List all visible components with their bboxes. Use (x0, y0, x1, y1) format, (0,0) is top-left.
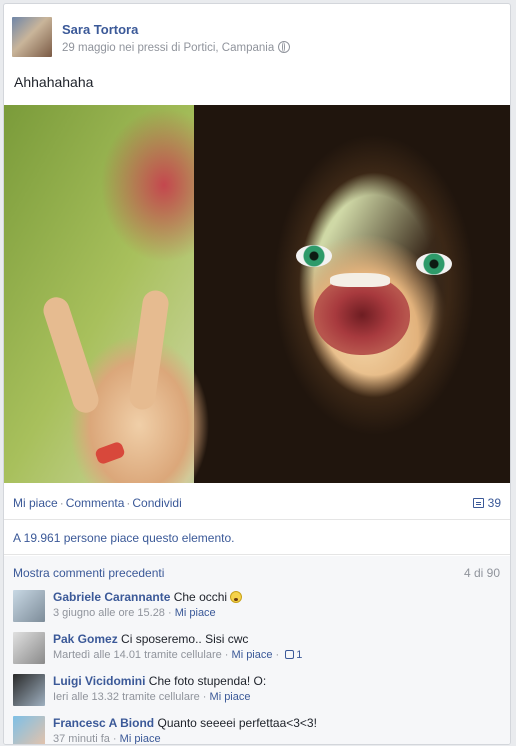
comment-item: Francesc A Biond Quanto seeeei perfettaa… (13, 716, 493, 745)
commenter-name[interactable]: Luigi Vicidomini (53, 674, 145, 688)
share-count-link[interactable]: 39 (472, 496, 501, 510)
comment-like-count[interactable]: 1 (296, 649, 302, 661)
comment-like-link[interactable]: Mi piace (175, 607, 216, 619)
comment-link[interactable]: Commenta (66, 496, 125, 510)
comment-time[interactable]: Ieri alle 13.32 tramite cellulare (53, 691, 200, 703)
comment-body: Quanto seeeei perfettaa<3<3! (157, 716, 317, 730)
post-date-location[interactable]: 29 maggio nei pressi di Portici, Campani… (62, 42, 274, 54)
comment-meta: 37 minuti fa · Mi piace (53, 733, 161, 745)
post-caption: Ahhahahaha (14, 74, 94, 90)
comment-meta: Martedì alle 14.01 tramite cellulare · M… (53, 649, 303, 661)
post-meta: 29 maggio nei pressi di Portici, Campani… (62, 41, 291, 54)
surprised-emoji-icon (230, 591, 243, 603)
post-actions: Mi piace · Commenta · Condividi 39 (13, 496, 501, 512)
share-icon (472, 498, 484, 508)
commenter-avatar[interactable] (13, 590, 45, 622)
share-link[interactable]: Condividi (132, 496, 181, 510)
photo-eye-right (416, 253, 452, 275)
globe-icon[interactable] (278, 41, 291, 53)
comment-meta: Ieri alle 13.32 tramite cellulare · Mi p… (53, 691, 251, 703)
comment-like-link[interactable]: Mi piace (232, 649, 273, 661)
commenter-avatar[interactable] (13, 632, 45, 664)
likes-summary[interactable]: A 19.961 persone piace questo elemento. (13, 531, 235, 545)
photo-mouth (314, 275, 410, 355)
comment-body: Che occhi (173, 590, 228, 604)
comments-section: Mostra commenti precedenti 4 di 90 Gabri… (4, 556, 510, 745)
commenter-avatar[interactable] (13, 716, 45, 744)
comment-item: Luigi Vicidomini Che foto stupenda! O: I… (13, 674, 493, 712)
divider (4, 554, 510, 555)
commenter-avatar[interactable] (13, 674, 45, 706)
thumbs-up-icon (285, 650, 295, 659)
comment-meta: 3 giugno alle ore 15.28 · Mi piace (53, 607, 216, 619)
comment-text-line: Francesc A Biond Quanto seeeei perfettaa… (53, 716, 317, 730)
comment-text-line: Pak Gomez Ci sposeremo.. Sisi cwc (53, 632, 248, 646)
comment-item: Pak Gomez Ci sposeremo.. Sisi cwc Marted… (13, 632, 493, 670)
comment-time[interactable]: 3 giugno alle ore 15.28 (53, 607, 165, 619)
post-photo[interactable] (4, 105, 510, 483)
author-name[interactable]: Sara Tortora (62, 22, 138, 37)
post-card: Sara Tortora 29 maggio nei pressi di Por… (3, 3, 511, 745)
commenter-name[interactable]: Gabriele Carannante (53, 590, 170, 604)
divider (4, 519, 510, 520)
comment-like-link[interactable]: Mi piace (120, 733, 161, 744)
photo-teeth (330, 273, 390, 287)
more-comments-link[interactable]: Mostra commenti precedenti (13, 566, 164, 580)
comment-item: Gabriele Carannante Che occhi 3 giugno a… (13, 590, 493, 628)
separator: · (126, 496, 131, 510)
like-link[interactable]: Mi piace (13, 496, 58, 510)
photo-eye-left (296, 245, 332, 267)
comment-time[interactable]: 37 minuti fa (53, 733, 110, 744)
commenter-name[interactable]: Francesc A Biond (53, 716, 154, 730)
comment-like-link[interactable]: Mi piace (210, 691, 251, 703)
comment-text-line: Gabriele Carannante Che occhi (53, 590, 243, 604)
comment-body: Che foto stupenda! O: (148, 674, 267, 688)
author-avatar[interactable] (12, 17, 52, 57)
comment-body: Ci sposeremo.. Sisi cwc (121, 632, 249, 646)
comment-text-line: Luigi Vicidomini Che foto stupenda! O: (53, 674, 266, 688)
comment-time[interactable]: Martedì alle 14.01 tramite cellulare (53, 649, 222, 661)
share-count: 39 (487, 496, 501, 510)
commenter-name[interactable]: Pak Gomez (53, 632, 118, 646)
comments-count: 4 di 90 (463, 566, 500, 580)
separator: · (59, 496, 64, 510)
